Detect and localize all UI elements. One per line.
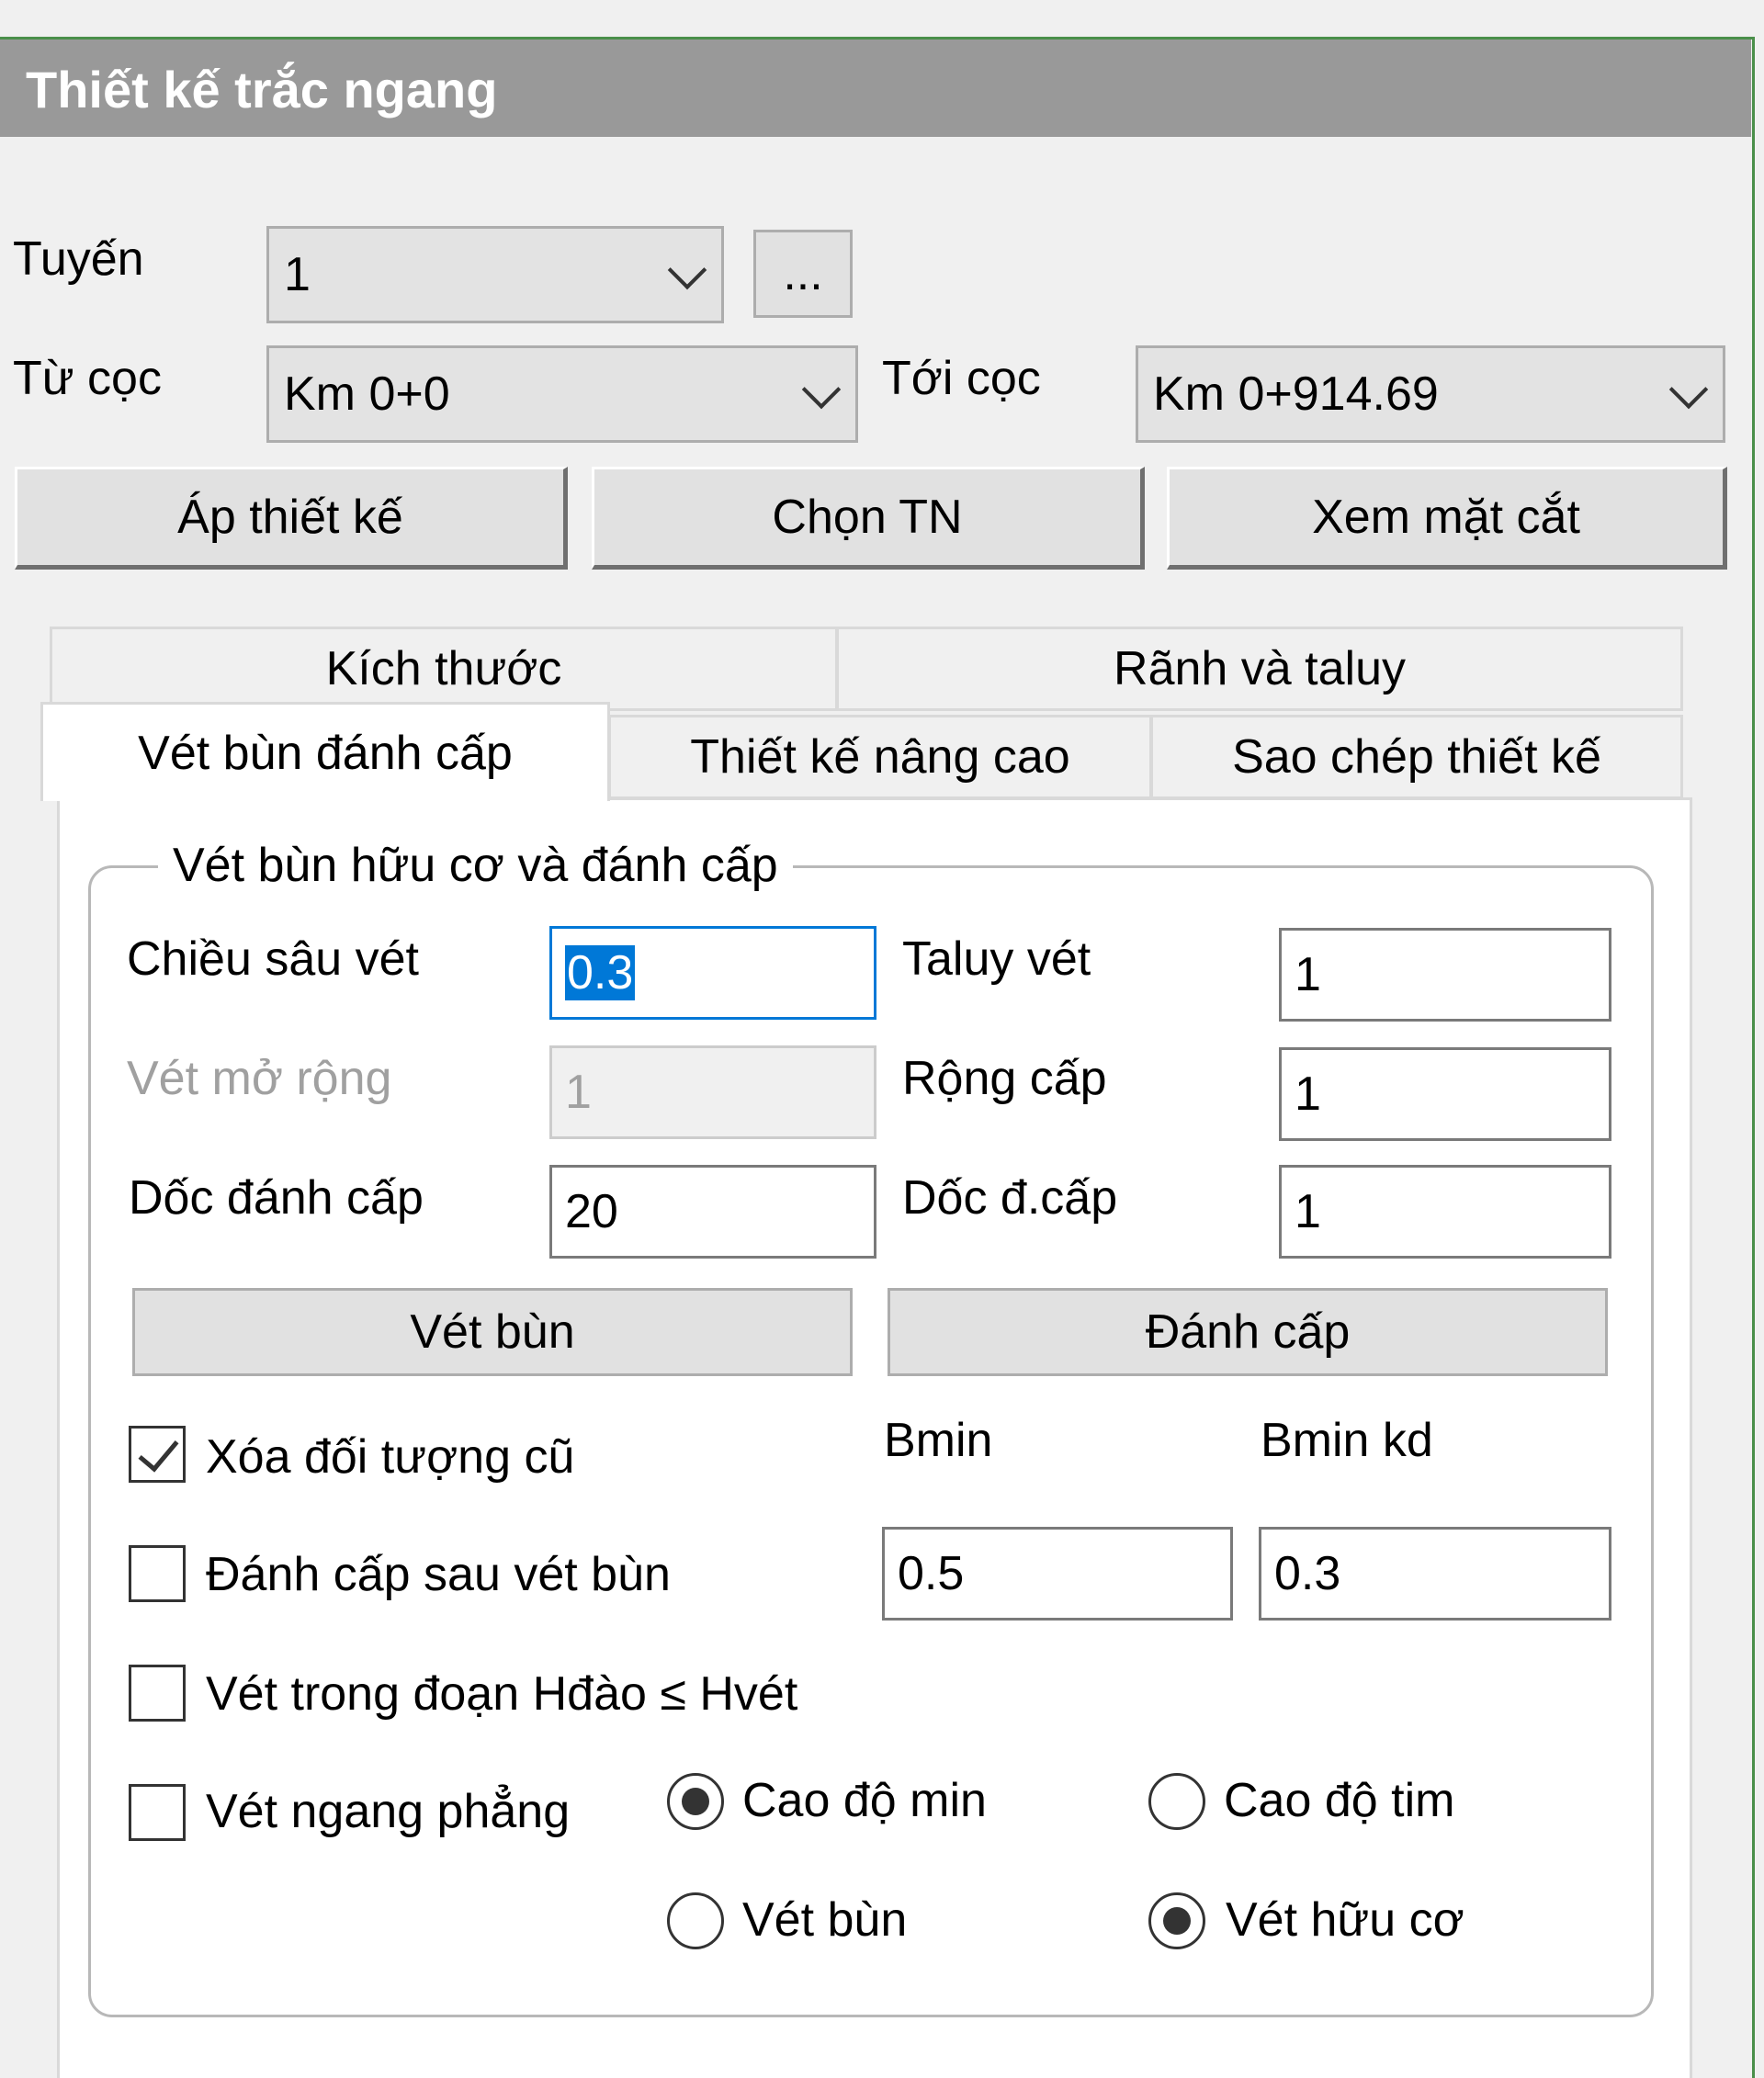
- tab-advanced-design[interactable]: Thiết kế nâng cao: [608, 715, 1152, 799]
- expand-value: 1: [565, 1066, 592, 1119]
- tab-ditch-slope[interactable]: Rãnh và taluy: [836, 627, 1683, 711]
- depth-value: 0.3: [565, 945, 636, 1000]
- route-label: Tuyến: [13, 232, 144, 286]
- mud-radio-label: Vét bùn: [742, 1893, 908, 1947]
- depth-input[interactable]: 0.3: [549, 926, 876, 1020]
- elev-min-radio[interactable]: [667, 1773, 724, 1830]
- step-slope-value: 20: [565, 1185, 618, 1238]
- delete-old-label: Xóa đối tượng cũ: [206, 1430, 575, 1484]
- route-dropdown[interactable]: 1: [266, 226, 724, 323]
- route-value: 1: [284, 248, 311, 301]
- elev-min-label: Cao độ min: [742, 1774, 987, 1827]
- select-tn-button[interactable]: Chọn TN: [592, 467, 1145, 570]
- bmin-kd-label: Bmin kd: [1261, 1414, 1433, 1467]
- chevron-down-icon: [1668, 369, 1709, 410]
- step-after-checkbox[interactable]: [129, 1545, 186, 1602]
- step-slope-input[interactable]: 20: [549, 1165, 876, 1259]
- step-slope2-input[interactable]: 1: [1279, 1165, 1611, 1259]
- organic-radio[interactable]: [1148, 1892, 1205, 1949]
- organic-radio-label: Vét hữu cơ: [1226, 1893, 1464, 1947]
- step-slope-label: Dốc đánh cấp: [129, 1171, 424, 1225]
- check-mark-icon: [138, 1429, 179, 1473]
- bmin-kd-input[interactable]: 0.3: [1259, 1527, 1611, 1621]
- route-more-button[interactable]: ...: [753, 230, 853, 318]
- radio-dot-icon: [1163, 1907, 1191, 1935]
- title-bar: Thiết kế trắc ngang: [0, 40, 1751, 137]
- flat-label: Vét ngang phẳng: [206, 1785, 571, 1838]
- bmin-kd-value: 0.3: [1274, 1547, 1341, 1600]
- within-checkbox[interactable]: [129, 1665, 186, 1722]
- elev-center-label: Cao độ tim: [1224, 1774, 1455, 1827]
- tab-dimensions[interactable]: Kích thước: [50, 627, 838, 711]
- elev-center-radio[interactable]: [1148, 1773, 1205, 1830]
- expand-label: Vét mở rộng: [127, 1052, 392, 1105]
- window-title: Thiết kế trắc ngang: [26, 61, 498, 119]
- step-button[interactable]: Đánh cấp: [888, 1288, 1608, 1376]
- mud-radio[interactable]: [667, 1892, 724, 1949]
- taluy-input[interactable]: 1: [1279, 928, 1611, 1022]
- step-slope2-value: 1: [1295, 1185, 1321, 1238]
- to-station-value: Km 0+914.69: [1153, 367, 1439, 421]
- from-station-label: Từ cọc: [13, 352, 162, 405]
- step-width-input[interactable]: 1: [1279, 1047, 1611, 1141]
- bmin-input[interactable]: 0.5: [882, 1527, 1233, 1621]
- to-station-label: Tới cọc: [882, 352, 1041, 405]
- mud-button[interactable]: Vét bùn: [132, 1288, 853, 1376]
- from-station-dropdown[interactable]: Km 0+0: [266, 345, 858, 443]
- bmin-label: Bmin: [884, 1414, 993, 1467]
- step-width-label: Rộng cấp: [902, 1052, 1107, 1105]
- to-station-dropdown[interactable]: Km 0+914.69: [1136, 345, 1725, 443]
- step-after-label: Đánh cấp sau vét bùn: [206, 1548, 671, 1601]
- depth-label: Chiều sâu vét: [127, 932, 419, 986]
- tab-copy-design[interactable]: Sao chép thiết kế: [1150, 715, 1683, 799]
- delete-old-checkbox[interactable]: [129, 1426, 186, 1483]
- step-width-value: 1: [1295, 1067, 1321, 1121]
- expand-input: 1: [549, 1045, 876, 1139]
- step-slope2-label: Dốc đ.cấp: [902, 1171, 1118, 1225]
- tab-mud-steps[interactable]: Vét bùn đánh cấp: [40, 702, 610, 801]
- view-section-button[interactable]: Xem mặt cắt: [1167, 467, 1727, 570]
- taluy-label: Taluy vét: [902, 932, 1091, 986]
- chevron-down-icon: [667, 250, 707, 290]
- within-label: Vét trong đoạn Hđào ≤ Hvét: [206, 1667, 798, 1721]
- from-station-value: Km 0+0: [284, 367, 450, 421]
- bmin-value: 0.5: [898, 1547, 965, 1600]
- radio-dot-icon: [682, 1788, 709, 1815]
- taluy-value: 1: [1295, 948, 1321, 1001]
- chevron-down-icon: [801, 369, 842, 410]
- group-title: Vét bùn hữu cơ và đánh cấp: [158, 838, 793, 893]
- apply-design-button[interactable]: Áp thiết kế: [15, 467, 568, 570]
- flat-checkbox[interactable]: [129, 1784, 186, 1841]
